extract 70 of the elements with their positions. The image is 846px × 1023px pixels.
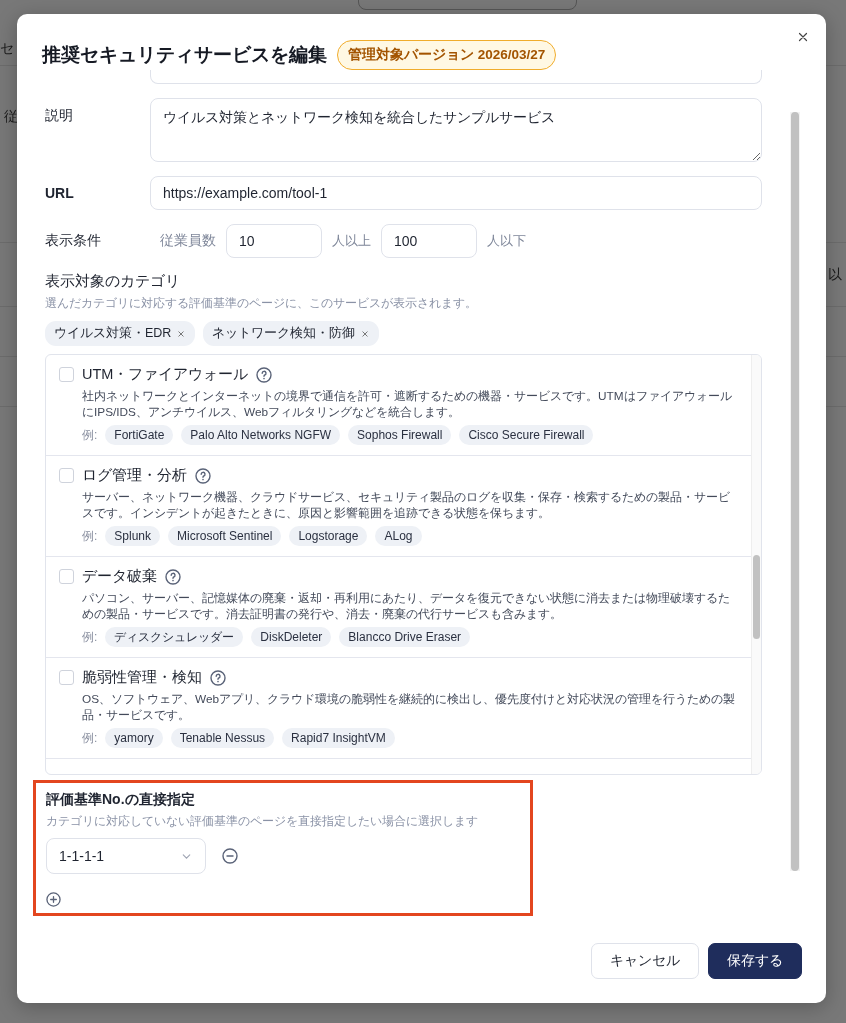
field-label: URL	[45, 184, 75, 201]
background-text: セ	[0, 40, 14, 58]
field-label: 説明	[45, 106, 74, 125]
background-text: 従	[4, 108, 18, 126]
add-button[interactable]	[46, 892, 61, 907]
checkbox[interactable]	[59, 670, 74, 685]
max-employees-field[interactable]: 100	[381, 224, 477, 258]
cancel-button[interactable]: キャンセル	[591, 943, 699, 979]
example-tag: Rapid7 InsightVM	[282, 728, 395, 748]
example-tag: ディスクシュレッダー	[105, 627, 244, 647]
example-tag: FortiGate	[105, 425, 174, 445]
close-button[interactable]	[796, 30, 810, 44]
min-employees-field[interactable]: 10	[226, 224, 322, 258]
examples-label: 例:	[82, 628, 98, 646]
help-icon[interactable]	[256, 366, 273, 383]
version-badge: 管理対象バージョン 2026/03/27	[337, 39, 557, 70]
example-tag: DiskDeleter	[251, 627, 332, 647]
url-input-field[interactable]: https://example.com/tool-1	[150, 176, 762, 210]
example-tag: Tenable Nessus	[170, 728, 275, 748]
help-icon[interactable]	[165, 568, 181, 585]
example-tag: Blancco Drive Eraser	[339, 627, 471, 647]
example-tag: Microsoft Sentinel	[168, 526, 282, 546]
example-tag: Sophos Firewall	[348, 425, 452, 445]
plus-circle-icon	[46, 892, 61, 907]
chip-label: ネットワーク検知・防御	[212, 325, 356, 342]
category-name: 脆弱性管理・検知	[82, 668, 202, 687]
remove-button[interactable]	[360, 328, 371, 339]
checkbox[interactable]	[59, 468, 74, 483]
save-button[interactable]: 保存する	[708, 943, 802, 979]
example-tag: Palo Alto Networks NGFW	[181, 425, 341, 445]
remove-button[interactable]	[222, 848, 238, 864]
scrollbar[interactable]	[751, 355, 761, 774]
close-icon	[796, 30, 810, 44]
background-text: 以	[828, 266, 842, 284]
remove-button[interactable]	[176, 328, 187, 339]
examples-label: 例:	[82, 426, 98, 444]
scrollbar[interactable]	[790, 112, 800, 871]
criteria-select[interactable]: 1-1-1-1	[46, 838, 206, 874]
category-name: UTM・ファイアウォール	[82, 365, 249, 384]
category-name: ログ管理・分析	[82, 466, 187, 485]
close-icon	[360, 328, 371, 339]
unit-label: 人以下	[487, 232, 526, 250]
section-label: 評価基準No.の直接指定	[46, 791, 196, 809]
category-description: サーバー、ネットワーク機器、クラウドサービス、セキュリティ製品のログを収集・保存・検索するための製品・サービスです。インシデントが起きたときに、原因と影響範囲を追跡できる状態を保ちます。	[82, 489, 731, 521]
help-text: 選んだカテゴリに対応する評価基準のページに、このサービスが表示されます。	[45, 295, 478, 312]
close-icon	[176, 328, 187, 339]
category-description: パソコン、サーバー、記憶媒体の廃棄・返却・再利用にあたり、データを復元できない状態に消去または物理破壊するための製品・サービスです。消去証明書の発行や、消去・廃棄の代行サービスも含みます。	[82, 590, 731, 622]
example-tag: Logstorage	[289, 526, 368, 546]
category-description: OS、ソフトウェア、Webアプリ、クラウド環境の脆弱性を継続的に検出し、優先度付けと対応状況の管理を行うための製品・サービスです。	[82, 691, 737, 723]
example-tag: yamory	[105, 728, 163, 748]
checkbox[interactable]	[59, 367, 74, 382]
section-label: 表示対象のカテゴリ	[45, 272, 181, 291]
help-icon[interactable]	[195, 467, 211, 484]
checkbox[interactable]	[59, 569, 74, 584]
field-prefix: 従業員数	[160, 232, 216, 250]
minus-circle-icon	[222, 848, 238, 864]
dialog-title: 推奨セキュリティサービスを編集	[42, 42, 327, 67]
examples-label: 例:	[82, 729, 98, 747]
example-tag: Cisco Secure Firewall	[459, 425, 594, 445]
example-tag: Splunk	[105, 526, 161, 546]
unit-label: 人以上	[332, 232, 371, 250]
chip-label: ウイルス対策・EDR	[54, 325, 172, 342]
category-description: 社内ネットワークとインターネットの境界で通信を許可・遮断するための機器・サービスです。UTMはファイアウォールにIPS/IDS、アンチウイルス、Webフィルタリングなどを統合します。	[82, 388, 733, 420]
category-name: データ破棄	[82, 567, 157, 586]
help-icon[interactable]	[210, 669, 226, 686]
help-text: カテゴリに対応していない評価基準のページを直接指定したい場合に選択します	[46, 813, 479, 830]
field-label: 表示条件	[45, 232, 102, 250]
description-textarea[interactable]: ウイルス対策とネットワーク検知を統合したサンプルサービス	[150, 98, 762, 162]
example-tag: ALog	[375, 526, 422, 546]
examples-label: 例:	[82, 527, 98, 545]
